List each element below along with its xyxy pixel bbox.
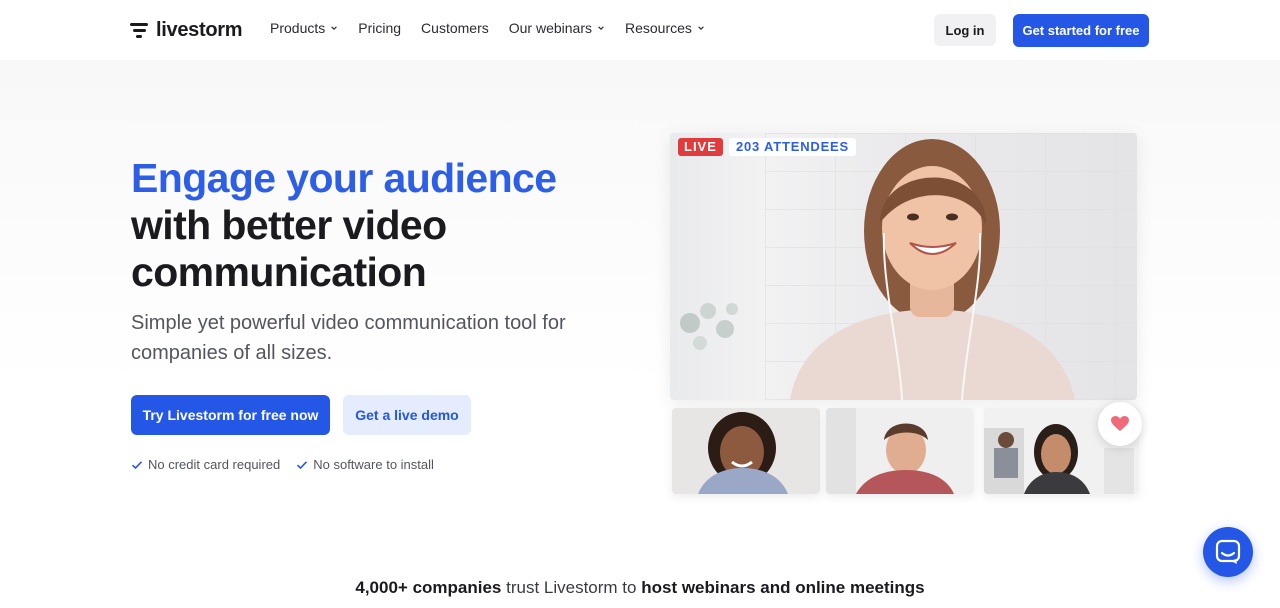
headline-line-3: communication: [131, 249, 427, 295]
live-demo-button[interactable]: Get a live demo: [343, 395, 471, 435]
check-item: No software to install: [296, 457, 434, 472]
hero-subtitle: Simple yet powerful video communication …: [131, 312, 566, 364]
nav-item-customers[interactable]: Customers: [421, 20, 489, 36]
trust-middle: trust Livestorm to: [501, 578, 642, 597]
nav-menu: Products Pricing Customers Our webinars …: [270, 20, 705, 36]
headline-highlight: Engage your audience: [131, 155, 557, 201]
presenter-image: [680, 139, 1075, 400]
check-icon: [297, 460, 308, 469]
participant-thumbnail-1[interactable]: [672, 408, 820, 494]
live-badge: LIVE: [678, 138, 723, 156]
participant-image: [672, 408, 820, 494]
get-started-button[interactable]: Get started for free: [1013, 14, 1149, 47]
check-icon: [131, 460, 143, 469]
chat-button[interactable]: [1203, 527, 1253, 577]
try-free-button[interactable]: Try Livestorm for free now: [131, 395, 330, 435]
nav-item-resources[interactable]: Resources: [625, 20, 705, 36]
trust-count: 4,000+ companies: [355, 578, 502, 597]
chevron-down-icon: [598, 26, 604, 30]
reaction-heart[interactable]: [1098, 402, 1142, 446]
nav-item-pricing[interactable]: Pricing: [358, 20, 401, 36]
hero-headline: Engage your audience with better video c…: [131, 155, 631, 296]
main-video-feed: [670, 133, 1137, 400]
chevron-down-icon: [331, 26, 338, 30]
trust-statement: 4,000+ companies trust Livestorm to host…: [0, 578, 1280, 598]
check-label: No software to install: [313, 457, 434, 472]
livestorm-logo-icon: [130, 20, 150, 40]
participant-thumbnail-2[interactable]: [826, 408, 974, 494]
brand-name: livestorm: [156, 18, 243, 41]
login-button[interactable]: Log in: [934, 14, 996, 46]
chevron-down-icon: [698, 26, 704, 30]
nav-item-label: Pricing: [358, 20, 402, 36]
check-label: No credit card required: [148, 457, 281, 472]
attendees-badge: 203 ATTENDEES: [729, 138, 856, 156]
check-item: No credit card required: [131, 457, 280, 472]
nav-item-products[interactable]: Products: [270, 20, 338, 36]
heart-icon: [1111, 416, 1129, 431]
nav-item-our-webinars[interactable]: Our webinars: [509, 20, 605, 36]
headline-line-2: with better video: [131, 202, 447, 248]
nav-item-label: Products: [270, 20, 326, 36]
chat-icon: [1215, 539, 1241, 564]
brand-logo[interactable]: livestorm: [130, 17, 243, 43]
nav-item-label: Resources: [625, 20, 692, 36]
nav-item-label: Customers: [421, 20, 489, 36]
top-navigation: livestorm Products Pricing Customers Our…: [0, 0, 1280, 60]
feature-checks: No credit card required No software to i…: [131, 457, 434, 472]
participant-image: [826, 408, 974, 494]
trust-end: host webinars and online meetings: [641, 578, 925, 597]
nav-item-label: Our webinars: [508, 20, 592, 36]
